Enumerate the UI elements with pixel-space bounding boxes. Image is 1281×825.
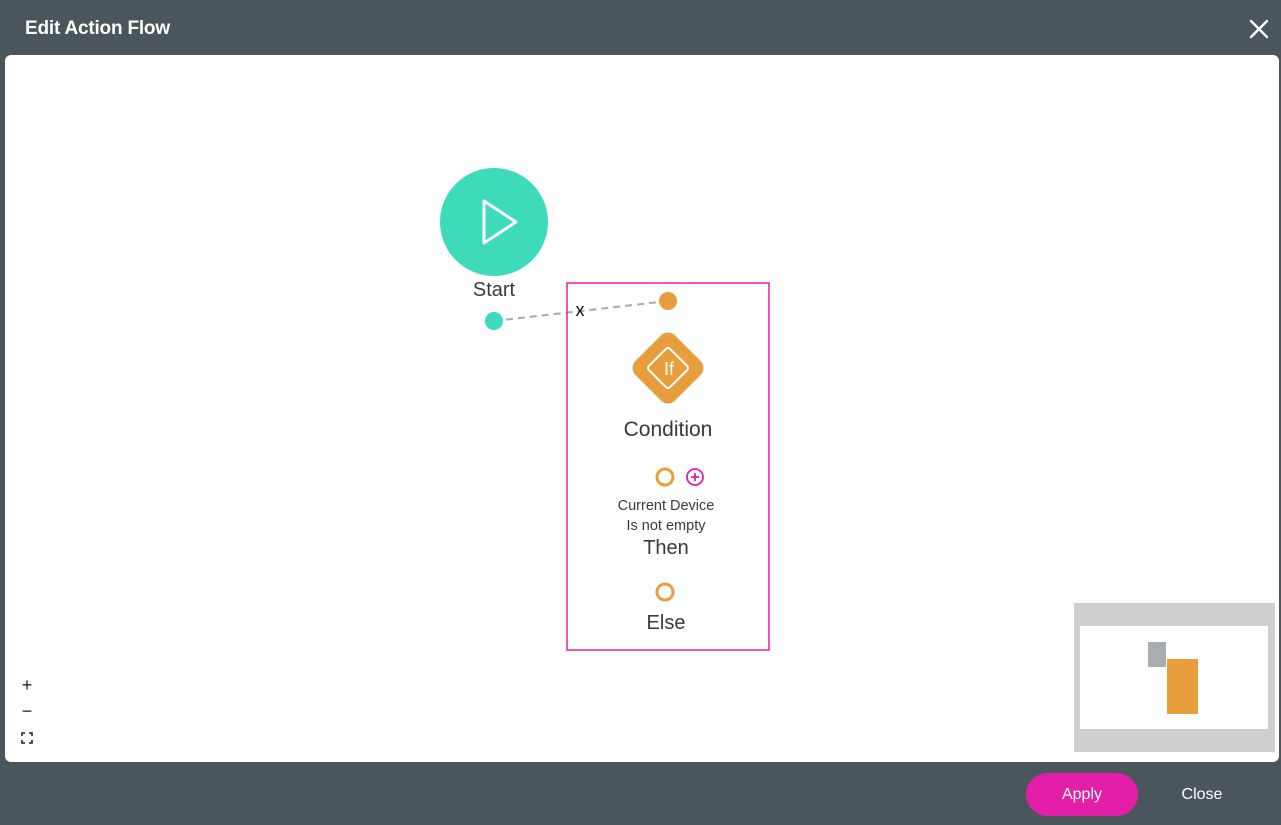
- criteria-line-1: Current Device: [617, 498, 715, 514]
- minimap-condition-node: [1167, 659, 1198, 714]
- start-output-port[interactable]: [485, 312, 503, 330]
- zoom-in-button[interactable]: +: [14, 673, 40, 697]
- condition-criteria: Current Device Is not empty: [588, 496, 744, 536]
- then-label: Then: [643, 537, 689, 559]
- fit-screen-button[interactable]: [14, 726, 40, 750]
- condition-label: Condition: [623, 418, 713, 441]
- plus-circle-icon[interactable]: [686, 468, 704, 486]
- zoom-out-button[interactable]: −: [14, 699, 40, 723]
- else-output-port[interactable]: [655, 582, 675, 602]
- minimap-viewport[interactable]: [1080, 626, 1268, 729]
- else-label: Else: [646, 612, 686, 634]
- if-text: If: [664, 359, 675, 379]
- fit-screen-icon: [21, 732, 33, 744]
- minimap-start-node: [1148, 642, 1166, 667]
- start-label: Start: [472, 279, 516, 301]
- then-output-port[interactable]: [655, 467, 675, 487]
- remove-connection-button[interactable]: x: [570, 300, 590, 321]
- condition-input-port[interactable]: [659, 292, 677, 310]
- close-button[interactable]: Close: [1152, 773, 1252, 816]
- criteria-line-2: Is not empty: [626, 518, 706, 534]
- apply-button[interactable]: Apply: [1026, 773, 1138, 816]
- start-node[interactable]: [440, 168, 548, 276]
- minimap[interactable]: [1074, 603, 1275, 752]
